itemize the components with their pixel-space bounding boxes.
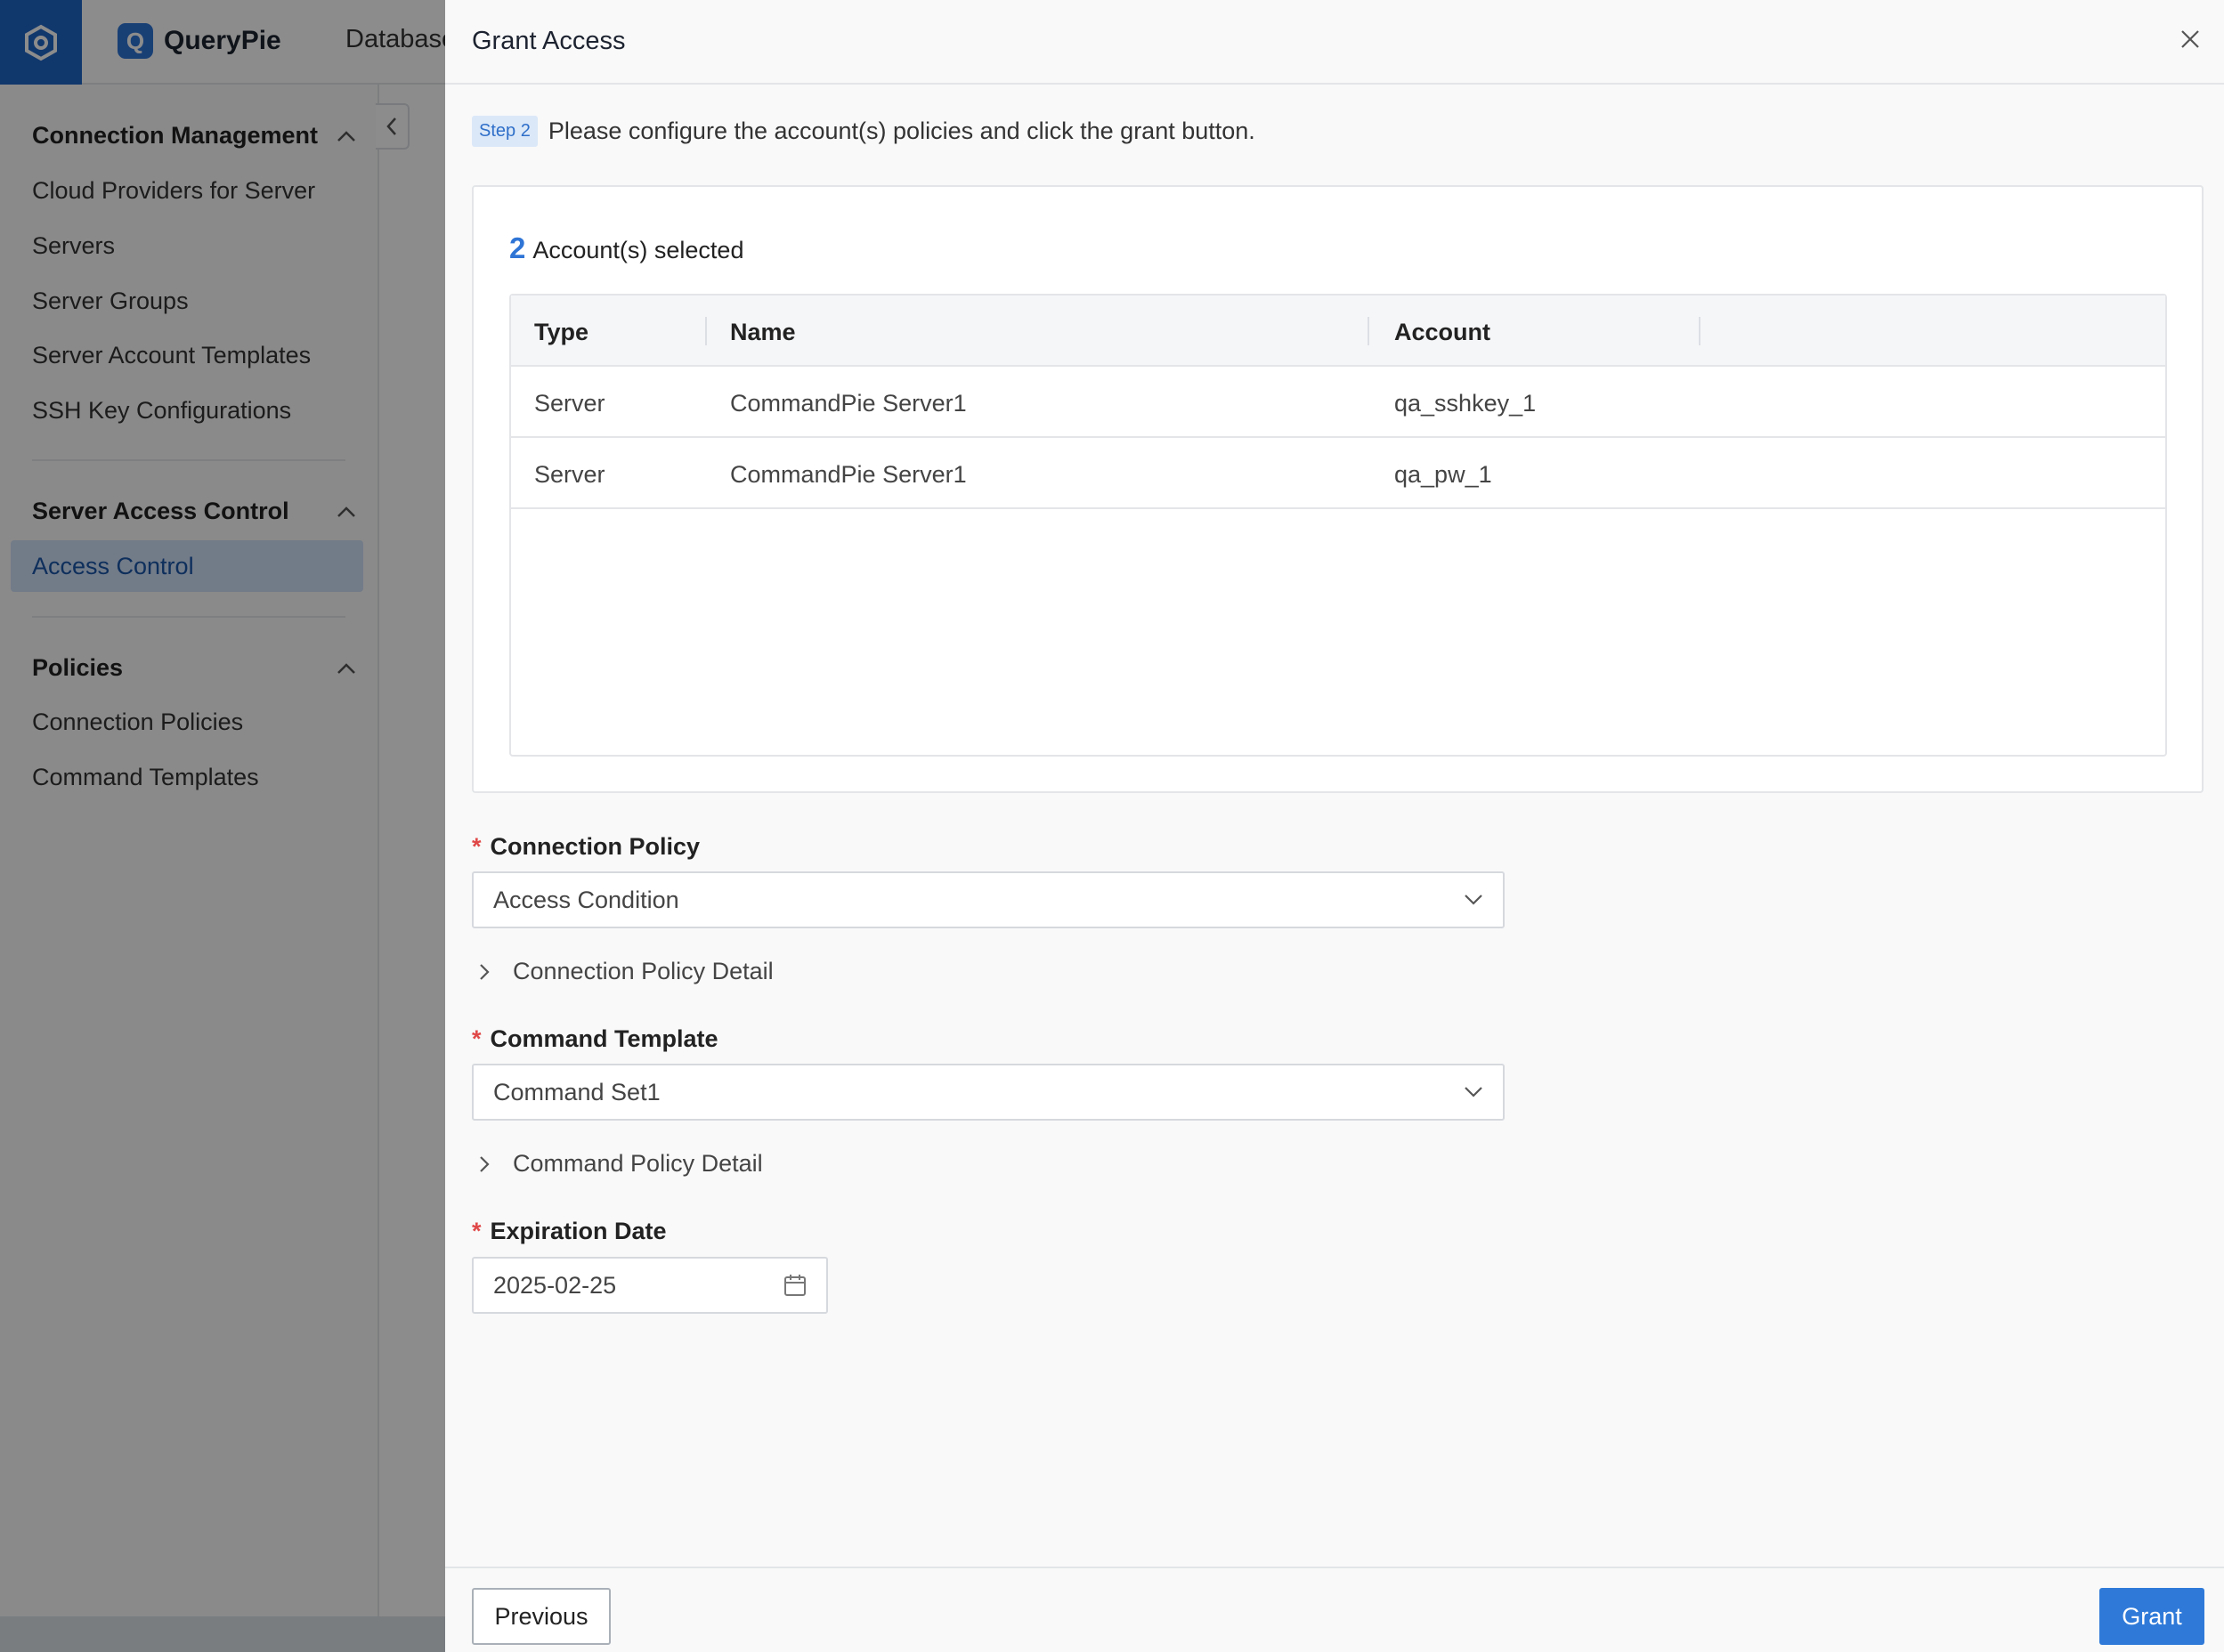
selected-accounts-card: 2 Account(s) selected Type Name Account … (472, 185, 2204, 793)
cell-name: CommandPie Server1 (730, 461, 967, 488)
connection-policy-detail-toggle[interactable]: Connection Policy Detail (479, 958, 774, 985)
chevron-right-icon (479, 1155, 497, 1173)
column-divider (705, 317, 707, 345)
column-header-name[interactable]: Name (730, 319, 796, 346)
required-mark: * (472, 833, 482, 860)
expiration-date-label: * Expiration Date (472, 1218, 667, 1245)
expiration-date-value: 2025-02-25 (493, 1271, 617, 1299)
command-template-label: * Command Template (472, 1025, 718, 1053)
expiration-date-label-text: Expiration Date (490, 1218, 667, 1244)
table-header: Type Name Account (511, 296, 2165, 367)
cell-name: CommandPie Server1 (730, 390, 967, 417)
cell-account: qa_pw_1 (1394, 461, 1492, 488)
chevron-down-icon (1465, 1087, 1482, 1097)
chevron-down-icon (1465, 895, 1482, 905)
selected-summary: 2 Account(s) selected (509, 231, 743, 265)
expiration-date-input[interactable]: 2025-02-25 (472, 1257, 828, 1314)
column-header-account[interactable]: Account (1394, 319, 1490, 346)
command-policy-detail-toggle[interactable]: Command Policy Detail (479, 1150, 763, 1178)
modal-overlay[interactable] (0, 0, 445, 1652)
required-mark: * (472, 1218, 482, 1244)
cell-account: qa_sshkey_1 (1394, 390, 1537, 417)
calendar-icon[interactable] (783, 1274, 807, 1297)
selected-count: 2 (509, 231, 526, 264)
connection-policy-select[interactable]: Access Condition (472, 871, 1505, 928)
command-template-label-text: Command Template (490, 1025, 718, 1052)
drawer-header: Grant Access (445, 0, 2224, 85)
drawer-title: Grant Access (472, 27, 626, 55)
column-divider (1368, 317, 1369, 345)
selected-label: Account(s) selected (532, 237, 744, 263)
accounts-table: Type Name Account Server CommandPie Serv… (509, 294, 2167, 757)
drawer-footer: Previous Grant (445, 1567, 2224, 1652)
chevron-right-icon (479, 963, 497, 981)
connection-policy-value: Access Condition (493, 886, 679, 913)
connection-policy-label: * Connection Policy (472, 833, 700, 861)
cell-type: Server (534, 390, 605, 417)
grant-button[interactable]: Grant (2099, 1588, 2204, 1645)
column-divider (1699, 317, 1700, 345)
step-row: Step 2 Please configure the account(s) p… (472, 116, 1255, 147)
close-button[interactable] (2172, 21, 2208, 57)
connection-policy-detail-label: Connection Policy Detail (513, 958, 774, 984)
step-instructions: Please configure the account(s) policies… (548, 117, 1255, 144)
close-icon (2181, 30, 2199, 48)
required-mark: * (472, 1025, 482, 1052)
command-template-value: Command Set1 (493, 1078, 661, 1105)
connection-policy-label-text: Connection Policy (490, 833, 701, 860)
cell-type: Server (534, 461, 605, 488)
table-row[interactable]: Server CommandPie Server1 qa_sshkey_1 (511, 367, 2165, 438)
command-policy-detail-label: Command Policy Detail (513, 1150, 763, 1177)
step-badge: Step 2 (472, 116, 538, 147)
previous-button[interactable]: Previous (472, 1588, 611, 1645)
table-row[interactable]: Server CommandPie Server1 qa_pw_1 (511, 438, 2165, 509)
column-header-type[interactable]: Type (534, 319, 588, 346)
command-template-select[interactable]: Command Set1 (472, 1064, 1505, 1121)
grant-access-drawer: Grant Access Step 2 Please configure the… (445, 0, 2224, 1652)
